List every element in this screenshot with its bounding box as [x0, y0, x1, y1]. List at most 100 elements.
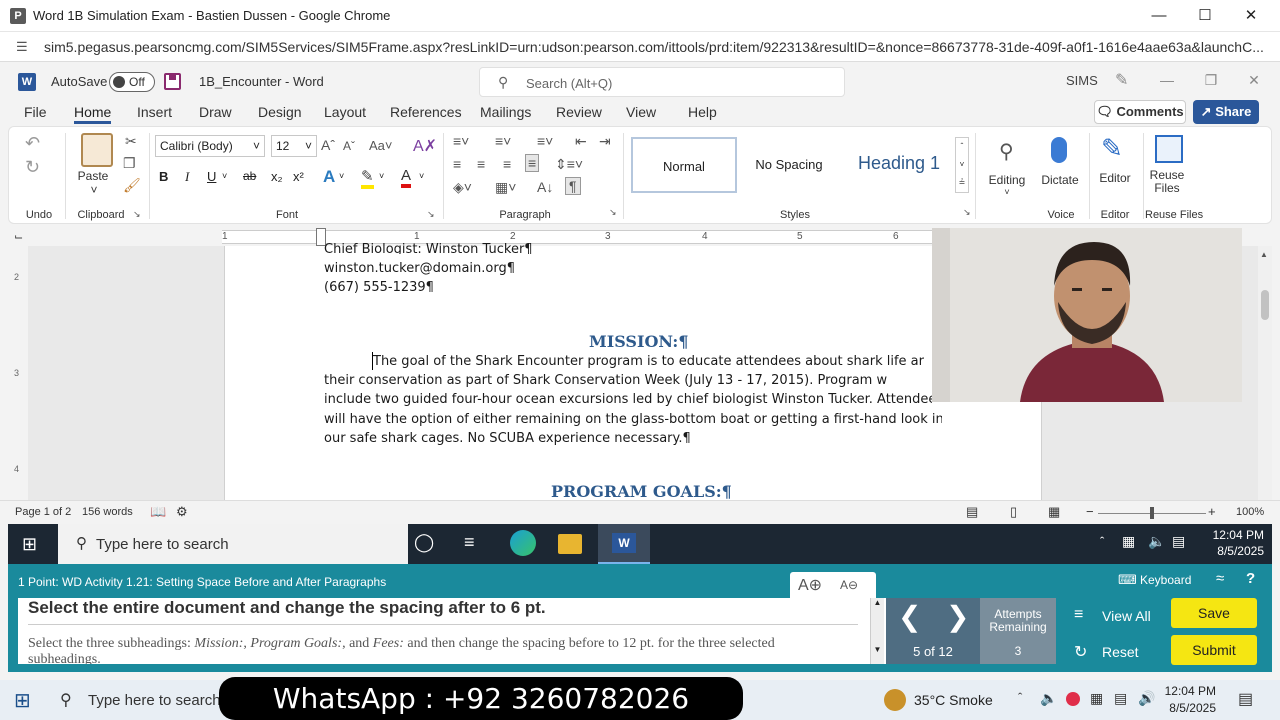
site-info-icon[interactable]: ☰	[16, 39, 28, 55]
redo-icon[interactable]: ↻	[25, 157, 40, 178]
save-button[interactable]: Save	[1171, 598, 1257, 628]
strikethrough-icon[interactable]: ab	[243, 169, 256, 183]
file-explorer-icon[interactable]	[558, 534, 582, 554]
zoom-slider-thumb[interactable]	[1150, 507, 1154, 519]
tab-file[interactable]: File	[24, 104, 47, 120]
numbering-icon[interactable]: ≡˅	[495, 133, 511, 149]
para-line[interactable]: The goal of the Shark Encounter program …	[373, 354, 933, 369]
font-name-dropdown[interactable]: Calibri (Body) ˅	[155, 135, 265, 157]
zoom-out-icon[interactable]: −	[1086, 504, 1094, 519]
mission-heading[interactable]: MISSION:¶	[589, 332, 689, 351]
format-painter-icon[interactable]: 🖌	[123, 177, 141, 194]
recording-icon[interactable]	[1066, 692, 1080, 706]
email-line[interactable]: winston.tucker@domain.org¶	[324, 261, 515, 276]
style-no-spacing[interactable]: No Spacing	[737, 137, 841, 193]
scroll-thumb[interactable]	[1261, 290, 1269, 320]
taskbar2-search-placeholder[interactable]: Type here to search	[88, 692, 221, 709]
decrease-indent-icon[interactable]: ⇤	[575, 133, 587, 150]
bold-icon[interactable]: B	[159, 169, 168, 184]
taskbar1-date[interactable]: 8/5/2025	[1204, 544, 1264, 558]
search-icon[interactable]: ⚲	[60, 690, 72, 710]
weather-icon[interactable]	[884, 689, 906, 711]
help-icon[interactable]: ?	[1246, 570, 1255, 587]
tray-chevron-icon[interactable]: ˆ	[1100, 534, 1104, 549]
shading-icon[interactable]: ◈˅	[453, 179, 472, 196]
taskbar-search-box[interactable]: ⚲ Type here to search	[58, 524, 408, 564]
paragraph-launcher-icon[interactable]: ↘	[609, 207, 617, 218]
font-color-icon[interactable]: A	[401, 167, 412, 188]
underline-icon[interactable]: U	[207, 169, 216, 184]
tab-design[interactable]: Design	[258, 104, 302, 120]
paste-icon[interactable]	[81, 133, 113, 167]
scroll-down-icon[interactable]: ▼	[871, 645, 884, 654]
word-minimize-button[interactable]: —	[1146, 62, 1188, 100]
editing-button[interactable]: Editing	[983, 173, 1031, 187]
tab-review[interactable]: Review	[556, 104, 602, 120]
volume-icon[interactable]: 🔈	[1040, 690, 1057, 707]
notification-icon[interactable]: ▤	[1238, 689, 1253, 709]
scroll-up-icon[interactable]: ▲	[1260, 250, 1268, 259]
reuse-files-button[interactable]: Reuse Files	[1145, 169, 1189, 195]
shrink-font-icon[interactable]: Aˇ	[343, 139, 355, 153]
edge-icon[interactable]	[510, 530, 536, 556]
tray-chevron-icon[interactable]: ˆ	[1018, 690, 1022, 705]
clipboard-launcher-icon[interactable]: ↘	[133, 209, 141, 220]
tab-view[interactable]: View	[626, 104, 656, 120]
vertical-ruler[interactable]: 2 3 4	[10, 248, 26, 500]
keyboard-icon[interactable]: ⌨	[1118, 572, 1137, 588]
text-effects-icon[interactable]: A	[323, 167, 335, 187]
windows-start-icon[interactable]: ⊞	[14, 688, 31, 713]
align-center-icon[interactable]: ≡	[477, 156, 485, 172]
chief-biologist-line[interactable]: Chief Biologist: Winston Tucker¶	[324, 242, 533, 254]
previous-question-button[interactable]: ❮	[898, 600, 921, 633]
chevron-down-icon[interactable]: ˅	[1001, 187, 1013, 197]
keyboard-label[interactable]: Keyboard	[1140, 573, 1191, 587]
subscript-icon[interactable]: x₂	[271, 169, 283, 184]
increase-text-size-icon[interactable]: A⊕	[798, 575, 822, 595]
vertical-scrollbar[interactable]: ▲	[1258, 246, 1272, 500]
notes-icon[interactable]: ▤	[1172, 533, 1185, 550]
taskbar2-time[interactable]: 12:04 PM	[1156, 684, 1216, 698]
print-layout-icon[interactable]: ▯	[1010, 504, 1017, 520]
speaker-icon[interactable]: 🔊	[1138, 690, 1155, 707]
paste-dropdown-icon[interactable]: ˅	[89, 183, 99, 197]
tab-help[interactable]: Help	[688, 104, 717, 120]
chevron-up-icon[interactable]: ˆ	[956, 138, 968, 156]
taskbar1-time[interactable]: 12:04 PM	[1204, 528, 1264, 542]
tab-draw[interactable]: Draw	[199, 104, 232, 120]
zoom-level[interactable]: 100%	[1236, 506, 1264, 518]
volume-icon[interactable]: 🔈	[1148, 533, 1165, 550]
italic-icon[interactable]: I	[185, 169, 189, 185]
increase-indent-icon[interactable]: ⇥	[599, 133, 611, 150]
align-left-icon[interactable]: ≡	[453, 156, 461, 172]
zoom-in-icon[interactable]: +	[1208, 504, 1216, 519]
read-mode-icon[interactable]: ▤	[966, 504, 978, 520]
user-name[interactable]: SIMS	[1066, 73, 1098, 88]
word-taskbar-button[interactable]: W	[598, 524, 650, 564]
accessibility-icon[interactable]: ⚙	[176, 504, 188, 520]
word-count[interactable]: 156 words	[82, 506, 133, 518]
address-bar[interactable]: ☰ sim5.pegasus.pearsoncmg.com/SIM5Servic…	[0, 32, 1280, 62]
tab-selector-icon[interactable]: ⌙	[14, 230, 23, 243]
styles-scroll[interactable]: ˆ ˅ ≟	[955, 137, 969, 193]
taskbar2-date[interactable]: 8/5/2025	[1156, 701, 1216, 715]
superscript-icon[interactable]: x²	[293, 169, 304, 184]
word-restore-button[interactable]: ❐	[1190, 62, 1232, 100]
chevron-down-icon[interactable]: ˅	[379, 171, 384, 181]
windows-start-icon[interactable]: ⊞	[22, 534, 37, 555]
styles-launcher-icon[interactable]: ↘	[963, 207, 971, 218]
network-icon[interactable]: ▦	[1090, 690, 1103, 707]
para-line[interactable]: will have the option of either remaining…	[324, 412, 942, 427]
minimize-button[interactable]: —	[1136, 0, 1182, 32]
microphone-icon[interactable]	[1051, 137, 1067, 163]
editor-pen-icon[interactable]: ✎	[1101, 133, 1123, 164]
maximize-button[interactable]: ☐	[1182, 0, 1228, 32]
program-goals-heading[interactable]: PROGRAM GOALS:¶	[551, 482, 732, 501]
para-line[interactable]: our safe shark cages. No SCUBA experienc…	[324, 431, 691, 446]
submit-button[interactable]: Submit	[1171, 635, 1257, 665]
task-view-icon[interactable]: ≡	[464, 532, 475, 553]
style-normal[interactable]: Normal	[631, 137, 737, 193]
list-icon[interactable]: ≡	[1074, 606, 1083, 624]
weather-text[interactable]: 35°C Smoke	[914, 692, 993, 708]
highlight-icon[interactable]: ✎	[361, 167, 374, 189]
